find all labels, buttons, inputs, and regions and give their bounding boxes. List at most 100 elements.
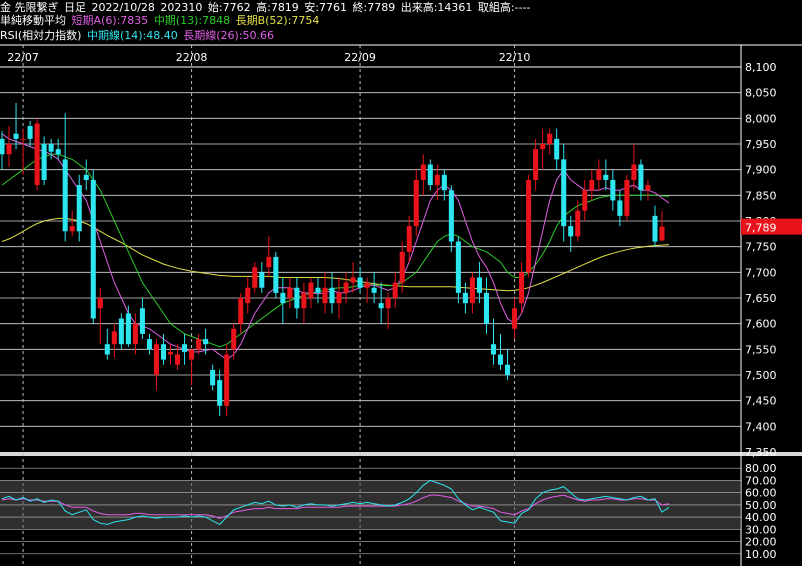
candle-body — [469, 277, 475, 304]
price-tick-label: 7,500 — [745, 369, 777, 382]
candle-body — [0, 138, 5, 155]
candle-body — [385, 298, 391, 309]
candle-body — [252, 267, 258, 288]
date-label: 22/08 — [176, 51, 208, 64]
candle-body — [69, 226, 75, 232]
price-tick-label: 7,950 — [745, 138, 777, 151]
chart-canvas[interactable]: 8,1008,0508,0007,9507,9007,8507,8007,750… — [0, 0, 802, 566]
candle-body — [203, 339, 209, 345]
candle-body — [596, 169, 602, 180]
candle-body — [48, 144, 54, 152]
price-tick-label: 7,350 — [745, 446, 777, 459]
candle-body — [406, 226, 412, 252]
candle-body — [540, 144, 546, 150]
price-tick-label: 7,750 — [745, 241, 777, 254]
candle-body — [448, 190, 454, 242]
candle-body — [392, 282, 398, 298]
rsi-tick-label: 80.00 — [745, 462, 777, 475]
candle-body — [6, 144, 12, 155]
candle-body — [132, 323, 138, 345]
candle-body — [512, 308, 518, 329]
candle-body — [645, 185, 651, 191]
candle-body — [27, 126, 33, 139]
candle-body — [533, 149, 539, 180]
candle-body — [217, 380, 223, 406]
candle-body — [210, 369, 216, 386]
candle-body — [420, 164, 426, 180]
candle-body — [455, 241, 461, 293]
candle-body — [526, 179, 532, 273]
candle-body — [259, 272, 265, 288]
candle-body — [97, 298, 103, 309]
candle-body — [476, 277, 482, 293]
candle-body — [104, 344, 110, 355]
candle-body — [308, 282, 314, 298]
price-tick-label: 8,000 — [745, 112, 777, 125]
candle-body — [462, 292, 468, 304]
candle-body — [55, 149, 61, 155]
candle-body — [610, 179, 616, 201]
candle-body — [224, 354, 230, 406]
candle-body — [505, 364, 511, 375]
candle-body — [189, 349, 195, 360]
candle-body — [603, 174, 609, 180]
candle-body — [90, 179, 96, 319]
candle-body — [20, 138, 26, 140]
candle-body — [83, 174, 89, 180]
candle-body — [575, 210, 581, 237]
candle-body — [280, 292, 286, 304]
price-tick-label: 7,650 — [745, 292, 777, 305]
candle-body — [624, 179, 630, 216]
candle-body — [350, 277, 356, 283]
candle-body — [554, 138, 560, 160]
date-label: 22/09 — [344, 51, 376, 64]
candle-body — [568, 226, 574, 237]
candle-body — [638, 164, 644, 191]
candle-body — [160, 344, 167, 360]
candle-body — [13, 133, 19, 139]
candle-body — [62, 159, 68, 232]
candle-body — [617, 200, 623, 216]
candle-body — [34, 123, 40, 186]
candle-body — [315, 287, 321, 293]
rsi-tick-label: 70.00 — [745, 474, 777, 487]
candle-body — [589, 179, 595, 191]
candle-body — [125, 313, 131, 345]
candle-body — [175, 354, 181, 365]
candle-body — [182, 344, 188, 352]
date-label: 22/10 — [499, 51, 531, 64]
candle-body — [497, 354, 504, 365]
candle-body — [483, 292, 489, 324]
rsi-tick-label: 30.00 — [745, 523, 777, 536]
candle-body — [357, 277, 363, 288]
candle-body — [41, 144, 47, 180]
candle-body — [111, 331, 117, 345]
pane-separator — [0, 452, 802, 456]
candle-body — [336, 292, 342, 304]
candle-body — [76, 185, 82, 232]
price-tick-label: 7,700 — [745, 266, 777, 279]
candle-body — [490, 344, 497, 355]
price-tick-label: 8,100 — [745, 61, 777, 74]
rsi-tick-label: 20.00 — [745, 536, 777, 549]
candle-body — [652, 215, 658, 242]
candle-body — [238, 298, 244, 324]
price-tick-label: 8,050 — [745, 87, 777, 100]
rsi-tick-label: 60.00 — [745, 487, 777, 500]
candle-body — [329, 287, 335, 304]
price-tick-label: 7,600 — [745, 318, 777, 331]
candle-body — [371, 287, 377, 293]
rsi-tick-label: 40.00 — [745, 511, 777, 524]
candle-body — [146, 339, 152, 350]
candle-body — [139, 308, 145, 334]
price-tick-label: 7,550 — [745, 343, 777, 356]
current-price-label: 7,789 — [745, 222, 777, 235]
price-tick-label: 7,450 — [745, 395, 777, 408]
candle-body — [231, 328, 237, 350]
candle-body — [434, 174, 440, 186]
candle-body — [427, 164, 433, 186]
candle-body — [167, 351, 174, 355]
candle-body — [364, 282, 370, 288]
candle-body — [547, 133, 553, 144]
candle-body — [659, 226, 665, 241]
